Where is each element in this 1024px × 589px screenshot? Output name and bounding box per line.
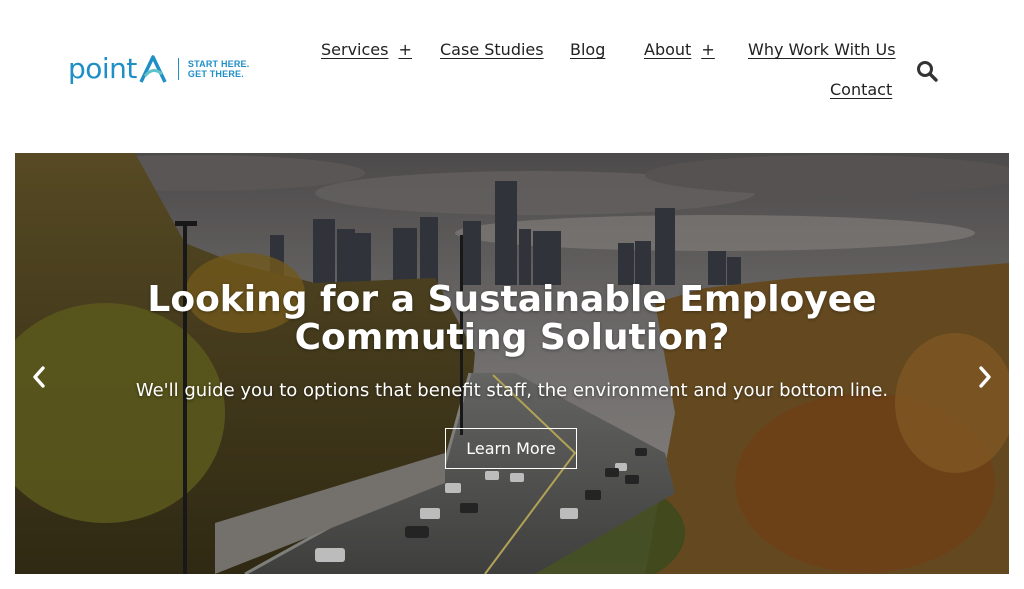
nav-item-services[interactable]: Services +: [321, 40, 412, 59]
site-logo[interactable]: point START HERE. GET THERE.: [68, 54, 249, 84]
hero-subtitle: We'll guide you to options that benefit …: [135, 380, 889, 401]
hero-title-line-1: Looking for a Sustainable Employee: [147, 279, 877, 320]
about-expand-icon[interactable]: +: [701, 40, 714, 59]
logo-tagline-line-1: START HERE.: [187, 59, 250, 69]
hero-slider: Looking for a Sustainable Employee Commu…: [15, 153, 1009, 574]
chevron-left-icon[interactable]: [29, 364, 49, 390]
nav-item-about[interactable]: About +: [644, 40, 715, 59]
logo-tagline: START HERE. GET THERE.: [188, 59, 250, 79]
logo-tagline-line-2: GET THERE.: [187, 69, 244, 79]
nav-services-label: Services: [321, 40, 389, 59]
chevron-right-icon[interactable]: [975, 364, 995, 390]
nav-item-blog[interactable]: Blog: [570, 40, 605, 59]
nav-item-contact[interactable]: Contact: [830, 80, 892, 99]
nav-item-why-work-with-us[interactable]: Why Work With Us: [748, 40, 896, 59]
hero-title: Looking for a Sustainable Employee Commu…: [15, 281, 1009, 357]
logo-wordmark: point: [68, 52, 137, 85]
logo-divider: [177, 58, 179, 80]
logo-a-icon: [139, 55, 167, 83]
services-expand-icon[interactable]: +: [398, 40, 411, 59]
search-icon[interactable]: [916, 60, 938, 82]
nav-about-label: About: [644, 40, 692, 59]
nav-item-case-studies[interactable]: Case Studies: [440, 40, 544, 59]
hero-title-line-2: Commuting Solution?: [294, 317, 730, 358]
learn-more-button[interactable]: Learn More: [445, 428, 577, 469]
hero-background-image: [15, 153, 1009, 574]
